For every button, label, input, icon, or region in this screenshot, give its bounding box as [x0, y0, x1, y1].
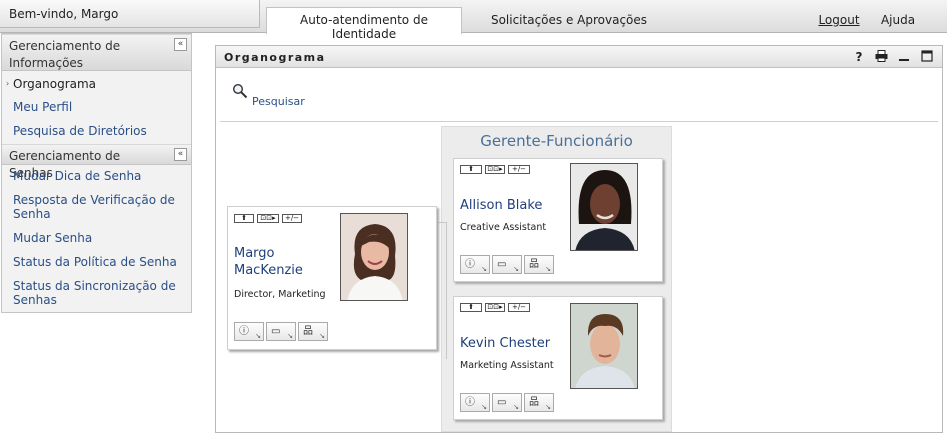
employee-card-report[interactable]: ⬆ ⊡⊡▸ +/− Kevin Chester Marketing Assist…: [453, 296, 663, 420]
employee-card-root[interactable]: ⬆ ⊡⊡▸ +/− Margo MacKenzie Director, Mark…: [227, 206, 437, 350]
employee-title: Marketing Assistant: [460, 360, 554, 371]
sidebar-item-password-sync-status[interactable]: Status da Sincronização de Senhas: [13, 279, 185, 307]
help-link[interactable]: Ajuda: [874, 8, 922, 33]
sidebar-section-info-management[interactable]: Gerenciamento de Informações «: [2, 34, 191, 71]
expand-collapse-icon[interactable]: +/−: [282, 214, 302, 223]
card-mini-buttons: ⬆ ⊡⊡▸ +/−: [460, 165, 530, 174]
card-mini-buttons: ⬆ ⊡⊡▸ +/−: [460, 303, 530, 312]
employee-title: Creative Assistant: [460, 222, 547, 233]
employee-name[interactable]: Margo MacKenzie: [234, 245, 334, 279]
portlet-title: Organograma: [224, 51, 326, 64]
sidebar-item-my-profile[interactable]: Meu Perfil: [13, 100, 185, 114]
group-title: Gerente-Funcionário: [480, 132, 633, 150]
tab-identity-self-service[interactable]: Auto-atendimento de Identidade: [266, 7, 462, 41]
sidebar-item-password-challenge-response[interactable]: Resposta de Verificação de Senha: [13, 193, 185, 221]
collapse-icon[interactable]: «: [174, 148, 187, 161]
search-link[interactable]: Pesquisar: [252, 95, 305, 108]
magnifier-icon[interactable]: [232, 83, 248, 102]
sidebar: Gerenciamento de Informações « › Organog…: [1, 33, 192, 313]
maximize-icon[interactable]: [920, 50, 934, 64]
employee-photo: [570, 163, 638, 251]
org-icon[interactable]: 品 ↘: [524, 255, 554, 274]
card-action-buttons: ⓘ ↘ ▭ ↘ 品 ↘: [460, 393, 554, 412]
expand-collapse-icon[interactable]: +/−: [508, 303, 530, 312]
card-icon[interactable]: ▭ ↘: [492, 393, 522, 412]
minimize-icon[interactable]: [897, 50, 911, 64]
card-action-buttons: ⓘ ↘ ▭ ↘ 品 ↘: [460, 255, 554, 274]
sidebar-item-label: Organograma: [13, 77, 97, 91]
sidebar-item-org-chart[interactable]: › Organograma: [6, 77, 185, 91]
show-manager-icon[interactable]: ⬆: [234, 214, 254, 223]
portlet-header: Organograma ?: [216, 46, 942, 68]
sidebar-item-directory-search[interactable]: Pesquisa de Diretórios: [13, 124, 185, 138]
card-action-buttons: ⓘ ↘ ▭ ↘ 品 ↘: [234, 322, 328, 341]
logout-link[interactable]: Logout: [810, 8, 868, 33]
card-mini-buttons: ⬆ ⊡⊡▸ +/−: [234, 214, 302, 223]
info-icon[interactable]: ⓘ ↘: [234, 322, 264, 341]
sidebar-item-change-password[interactable]: Mudar Senha: [13, 231, 185, 245]
info-icon[interactable]: ⓘ ↘: [460, 393, 490, 412]
card-icon[interactable]: ▭ ↘: [266, 322, 296, 341]
collapse-icon[interactable]: «: [174, 38, 187, 51]
bullet-icon: ›: [6, 79, 10, 88]
help-icon[interactable]: ?: [852, 50, 866, 64]
org-icon[interactable]: 品 ↘: [524, 393, 554, 412]
sidebar-item-password-policy-status[interactable]: Status da Política de Senha: [13, 255, 185, 269]
show-manager-icon[interactable]: ⬆: [460, 165, 482, 174]
org-icon[interactable]: 品 ↘: [298, 322, 328, 341]
card-icon[interactable]: ▭ ↘: [492, 255, 522, 274]
divider: [220, 121, 938, 122]
sidebar-section-password-management[interactable]: Gerenciamento de Senhas «: [2, 144, 191, 180]
employee-photo: [340, 213, 408, 301]
connector-line: [446, 222, 447, 359]
print-icon[interactable]: [874, 50, 888, 64]
welcome-message: Bem-vindo, Margo: [0, 0, 260, 28]
employee-name[interactable]: Allison Blake: [460, 197, 570, 214]
show-reports-icon[interactable]: ⊡⊡▸: [257, 214, 279, 223]
section-title: Gerenciamento de Informações: [9, 39, 121, 70]
show-reports-icon[interactable]: ⊡⊡▸: [485, 303, 505, 312]
employee-title: Director, Marketing: [234, 289, 326, 300]
employee-photo: [570, 303, 638, 389]
sidebar-item-change-password-hint[interactable]: Mudar Dica de Senha: [13, 169, 185, 183]
info-icon[interactable]: ⓘ ↘: [460, 255, 490, 274]
employee-name[interactable]: Kevin Chester: [460, 335, 570, 352]
show-manager-icon[interactable]: ⬆: [460, 303, 482, 312]
show-reports-icon[interactable]: ⊡⊡▸: [485, 165, 505, 174]
expand-collapse-icon[interactable]: +/−: [508, 165, 530, 174]
employee-card-report[interactable]: ⬆ ⊡⊡▸ +/− Allison Blake Creative Assista…: [453, 158, 663, 282]
tab-requests-approvals[interactable]: Solicitações e Aprovações: [478, 8, 660, 33]
